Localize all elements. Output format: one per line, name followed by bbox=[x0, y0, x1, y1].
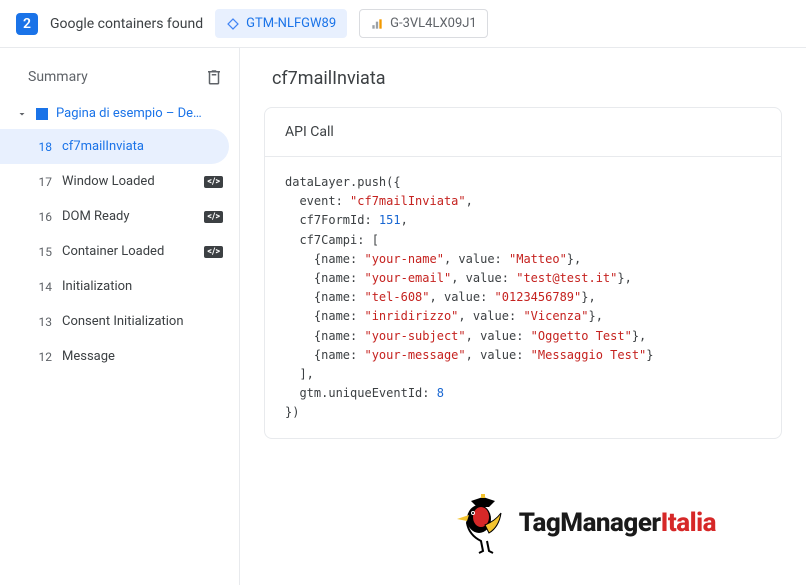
containers-count-badge: 2 bbox=[16, 13, 38, 35]
event-item[interactable]: 13 Consent Initialization bbox=[0, 304, 239, 339]
event-number: 13 bbox=[34, 315, 52, 329]
gtm-container-chip[interactable]: GTM-NLFGW89 bbox=[215, 9, 347, 38]
event-number: 16 bbox=[34, 210, 52, 224]
woodpecker-icon bbox=[451, 491, 515, 555]
page-indicator-icon bbox=[36, 108, 48, 120]
page-row[interactable]: Pagina di esempio – De… bbox=[0, 98, 239, 129]
event-number: 17 bbox=[34, 175, 52, 189]
code-badge-icon: </> bbox=[204, 211, 223, 223]
containers-found-label: Google containers found bbox=[50, 16, 203, 32]
events-list: 18 cf7mailInviata 17 Window Loaded </> 16 DOM … bbox=[0, 129, 239, 374]
event-item[interactable]: 15 Container Loaded </> bbox=[0, 234, 239, 269]
event-name-label: DOM Ready bbox=[62, 209, 194, 224]
gtm-tag-icon bbox=[226, 17, 240, 31]
chevron-down-icon bbox=[16, 108, 28, 120]
event-name-label: Initialization bbox=[62, 279, 223, 294]
code-badge-icon: </> bbox=[204, 176, 223, 188]
clear-icon[interactable] bbox=[205, 68, 223, 86]
summary-header: Summary bbox=[0, 68, 239, 98]
code-badge-icon: </> bbox=[204, 246, 223, 258]
event-name-label: Window Loaded bbox=[62, 174, 194, 189]
event-item[interactable]: 12 Message bbox=[0, 339, 239, 374]
event-name-label: Message bbox=[62, 349, 223, 364]
event-name-label: Container Loaded bbox=[62, 244, 194, 259]
event-number: 12 bbox=[34, 350, 52, 364]
event-number: 15 bbox=[34, 245, 52, 259]
page-title-label: Pagina di esempio – De… bbox=[56, 106, 223, 121]
event-item[interactable]: 17 Window Loaded </> bbox=[0, 164, 239, 199]
api-call-panel: API Call dataLayer.push({ event: "cf7mai… bbox=[264, 107, 782, 439]
ga-id-label: G-3VL4LX09J1 bbox=[390, 16, 477, 31]
event-name-label: Consent Initialization bbox=[62, 314, 223, 329]
api-call-title: API Call bbox=[265, 108, 781, 157]
event-item[interactable]: 16 DOM Ready </> bbox=[0, 199, 239, 234]
event-item[interactable]: 18 cf7mailInviata bbox=[0, 129, 229, 164]
summary-label: Summary bbox=[28, 69, 88, 85]
sidebar: Summary Pagina di esempio – De… 18 cf7mai… bbox=[0, 48, 240, 585]
api-call-code: dataLayer.push({ event: "cf7mailInviata"… bbox=[265, 157, 781, 438]
gtm-id-label: GTM-NLFGW89 bbox=[246, 16, 336, 31]
brand-text: TagManagerItalia bbox=[519, 508, 716, 538]
event-number: 14 bbox=[34, 280, 52, 294]
event-number: 18 bbox=[34, 140, 52, 154]
event-name-label: cf7mailInviata bbox=[62, 139, 213, 154]
event-item[interactable]: 14 Initialization bbox=[0, 269, 239, 304]
brand-logo: TagManagerItalia bbox=[451, 491, 716, 555]
analytics-icon bbox=[370, 17, 384, 31]
event-heading: cf7mailInviata bbox=[272, 68, 782, 89]
ga-container-chip[interactable]: G-3VL4LX09J1 bbox=[359, 9, 488, 38]
top-bar: 2 Google containers found GTM-NLFGW89 G-… bbox=[0, 0, 806, 48]
